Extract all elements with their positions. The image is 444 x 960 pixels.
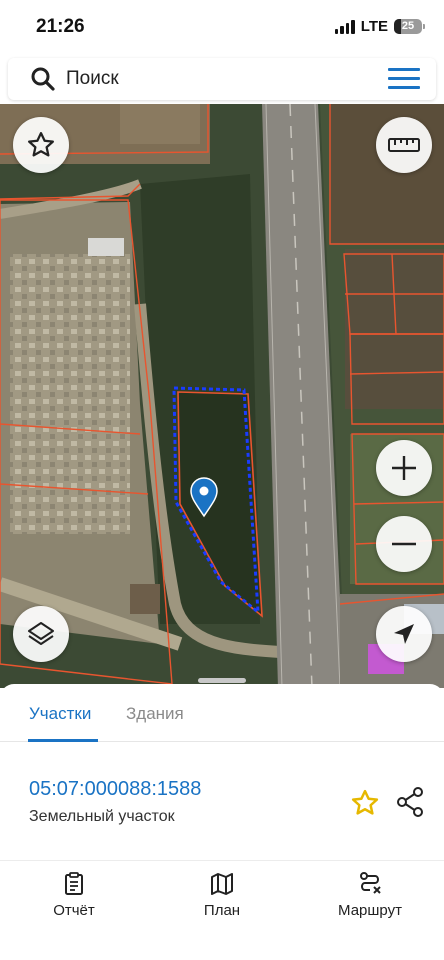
layers-button[interactable] (13, 606, 69, 662)
navigation-arrow-icon (394, 624, 414, 644)
search-bar (8, 58, 436, 100)
bottom-sheet: Участки Здания 05:07:000088:1588 Земельн… (0, 678, 444, 960)
sheet-handle[interactable] (198, 678, 246, 683)
menu-button[interactable] (388, 68, 420, 90)
locate-button[interactable] (376, 606, 432, 662)
bottom-nav: Отчёт План Маршрут (0, 860, 444, 960)
nav-report-label: Отчёт (53, 902, 95, 919)
parcel-card[interactable]: 05:07:000088:1588 Земельный участок (0, 742, 444, 862)
nav-report[interactable]: Отчёт (14, 861, 134, 921)
star-icon (28, 132, 54, 157)
ruler-icon (388, 138, 420, 152)
tab-bar: Участки Здания (0, 684, 444, 742)
battery-icon: 25 (394, 19, 425, 34)
satellite-map (0, 104, 444, 688)
nav-plan-label: План (203, 902, 241, 919)
tab-parcels[interactable]: Участки (29, 704, 91, 724)
parcel-number[interactable]: 05:07:000088:1588 (29, 778, 201, 801)
zoom-out-button[interactable] (376, 516, 432, 572)
favorites-button[interactable] (13, 117, 69, 173)
map-icon (211, 873, 233, 895)
share-icon[interactable] (396, 786, 424, 818)
clipboard-icon (65, 872, 83, 895)
ruler-button[interactable] (376, 117, 432, 173)
nav-route[interactable]: Маршрут (310, 861, 430, 921)
nav-route-label: Маршрут (338, 902, 402, 919)
hamburger-menu-icon (388, 68, 420, 71)
route-icon (360, 872, 381, 894)
zoom-in-button[interactable] (376, 440, 432, 496)
signal-icon (334, 19, 355, 34)
status-indicators: LTE 25 (334, 18, 425, 35)
plus-icon (392, 456, 416, 480)
search-icon (31, 67, 55, 91)
add-favorite-star-icon[interactable] (350, 788, 380, 818)
nav-plan[interactable]: План (162, 861, 282, 921)
minus-icon (392, 542, 416, 546)
parcel-type: Земельный участок (29, 808, 175, 825)
status-time: 21:26 (36, 16, 85, 37)
network-type: LTE (360, 18, 388, 35)
map-view[interactable] (0, 104, 444, 688)
search-input[interactable] (66, 58, 366, 100)
status-bar: 21:26 LTE 25 (0, 0, 444, 56)
tab-buildings[interactable]: Здания (126, 704, 184, 724)
layers-icon (28, 622, 54, 645)
battery-percent: 25 (401, 20, 415, 32)
